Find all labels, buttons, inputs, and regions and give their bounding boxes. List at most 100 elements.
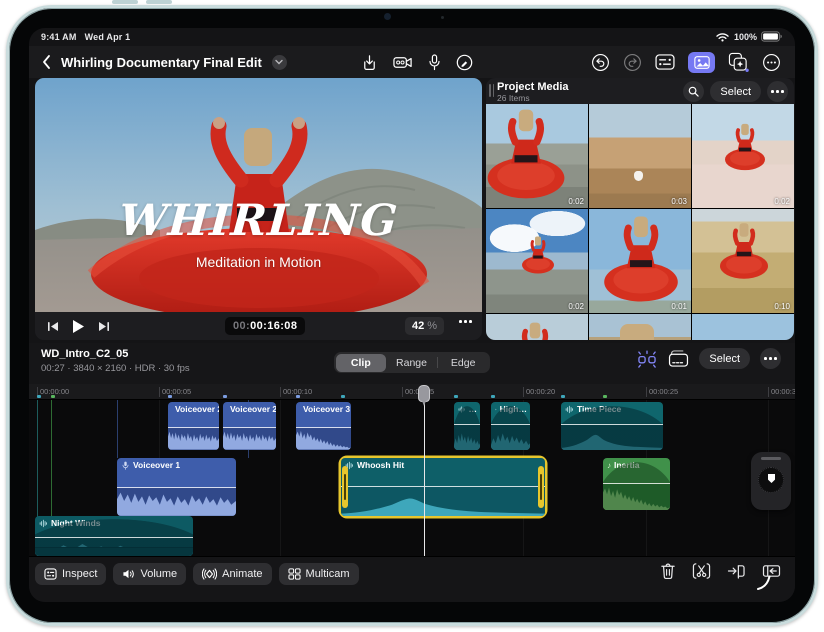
mode-edge[interactable]: Edge [438, 354, 489, 372]
search-icon [689, 86, 700, 97]
timeline-select-button[interactable]: Select [699, 348, 750, 369]
redo-button[interactable] [623, 53, 642, 72]
back-chevron-icon[interactable] [41, 54, 51, 70]
undo-icon [592, 53, 609, 71]
volume-up-button [112, 0, 138, 4]
ellipsis-circle-icon [763, 53, 780, 71]
clip-label: Voiceover 1 [133, 460, 181, 470]
animate-button[interactable]: Animate [193, 563, 272, 585]
corner-curl-indicator [757, 575, 771, 590]
trim-handle-right[interactable] [538, 466, 544, 508]
browser-panel-button[interactable] [655, 54, 675, 70]
panel-drag-handle[interactable] [489, 84, 494, 97]
media-select-button[interactable]: Select [710, 81, 761, 102]
media-thumbnail[interactable] [589, 314, 691, 340]
mic-icon [429, 53, 440, 70]
viewer-more-button[interactable] [459, 320, 472, 323]
volume-button[interactable]: Volume [113, 563, 187, 585]
sensor-dot [441, 16, 444, 19]
mode-clip[interactable]: Clip [335, 353, 387, 372]
export-button[interactable] [361, 54, 378, 71]
clip-marker [37, 395, 41, 398]
timeline-more-button[interactable] [760, 348, 781, 369]
inspector-list-icon [655, 54, 675, 70]
timeline-clip-inertia[interactable]: ♪Inertia [603, 458, 670, 510]
playhead-line[interactable] [424, 385, 425, 556]
mode-range[interactable]: Range [386, 354, 437, 372]
clip-duration: 0:02 [568, 302, 584, 311]
play-button[interactable] [72, 319, 85, 334]
media-thumbnail[interactable]: 0:01 [589, 209, 691, 313]
timecode-display[interactable]: 00:00:16:08 [225, 317, 306, 335]
timeline-clip-whoosh-hit[interactable]: Whoosh Hit [341, 458, 545, 516]
snapping-button[interactable] [636, 349, 658, 368]
jog-dial[interactable] [758, 467, 784, 493]
edit-mode-segmented-control: Clip Range Edge [334, 352, 490, 373]
timeline-clip-time-piece[interactable]: Time Piece [561, 402, 663, 450]
play-icon [73, 319, 84, 333]
timeline-clip-voiceover2b[interactable]: Voiceover 2 [223, 402, 276, 450]
delete-clip-button[interactable] [660, 562, 676, 580]
status-bar: 9:41 AM Wed Apr 1 100% [29, 28, 795, 46]
timeline-clip-voiceover2a[interactable]: Voiceover 2 [168, 402, 219, 450]
timeline-clip-sound-small[interactable]: … [454, 402, 480, 450]
pencil-tools-button[interactable] [456, 54, 473, 71]
pencil-circle-icon [456, 54, 473, 70]
media-thumbnail[interactable]: 0:10 [692, 209, 794, 313]
timeline-ruler[interactable]: 00:00:00 00:00:05 00:00:10 00:00:15 00:0… [29, 384, 795, 400]
previous-frame-button[interactable] [47, 321, 59, 332]
guide-line [117, 400, 118, 458]
wifi-icon [716, 33, 729, 42]
viewer-video[interactable]: WHIRLING Meditation in Motion [35, 78, 482, 312]
jog-pointer-icon [768, 474, 775, 483]
record-audio-button[interactable] [428, 53, 441, 71]
zoom-percent-sign: % [427, 320, 437, 332]
media-thumbnail[interactable]: 0:03 [589, 104, 691, 208]
inspect-button[interactable]: Inspect [35, 563, 107, 585]
playhead-handle[interactable] [418, 385, 430, 402]
media-thumbnail[interactable] [692, 314, 794, 340]
status-date: Wed Apr 1 [84, 32, 131, 42]
timeline-clip-night-winds[interactable]: Night Winds [35, 516, 193, 556]
media-thumbnail[interactable]: 0:02 [486, 209, 588, 313]
media-more-button[interactable] [767, 81, 788, 102]
trim-handle-left[interactable] [342, 466, 348, 508]
more-options-button[interactable] [762, 53, 781, 72]
undo-button[interactable] [591, 53, 610, 72]
page: 9:41 AM Wed Apr 1 100% Whirling Document… [0, 0, 824, 632]
timeline-overview-button[interactable] [668, 350, 689, 367]
jog-wheel[interactable] [751, 452, 791, 510]
effects-button[interactable] [728, 52, 749, 72]
media-thumbnail[interactable]: 0:02 [692, 104, 794, 208]
ellipsis-icon [771, 90, 784, 93]
ellipsis-icon [764, 357, 777, 360]
timeline-tracks[interactable]: Voiceover 2 Voiceover 2 Voiceover 3 … Hi… [29, 400, 795, 556]
media-panel-title: Project Media [497, 81, 569, 93]
media-search-button[interactable] [683, 81, 705, 102]
timecode-value: 00:16:08 [250, 320, 298, 332]
multicam-grid-icon [287, 568, 301, 580]
insert-clip-button[interactable] [727, 563, 746, 579]
viewer-zoom-control[interactable]: 42 % [404, 317, 444, 335]
record-video-button[interactable] [393, 55, 413, 70]
animate-keyframe-icon [202, 568, 218, 580]
animate-label: Animate [222, 568, 263, 580]
media-browser-button[interactable] [688, 51, 715, 73]
multicam-button[interactable]: Multicam [278, 563, 359, 585]
figure [633, 170, 643, 181]
title-menu-button[interactable] [271, 54, 287, 70]
timeline-clip-voiceover3[interactable]: Voiceover 3 [296, 402, 351, 450]
media-thumbnail[interactable] [486, 314, 588, 340]
volume-label: Volume [140, 568, 178, 580]
next-frame-button[interactable] [98, 321, 110, 332]
split-clip-button[interactable] [692, 562, 711, 580]
timeline-clip-voiceover1[interactable]: Voiceover 1 [117, 458, 236, 516]
media-thumbnail[interactable]: 0:02 [486, 104, 588, 208]
front-camera [384, 13, 391, 20]
selected-clip-outline[interactable]: Whoosh Hit [341, 458, 545, 516]
clip-marker [491, 395, 495, 398]
effects-star-icon [728, 52, 749, 72]
skip-forward-icon [99, 321, 109, 331]
clip-duration: 0:10 [774, 302, 790, 311]
timeline-clip-high[interactable]: High… [491, 402, 530, 450]
